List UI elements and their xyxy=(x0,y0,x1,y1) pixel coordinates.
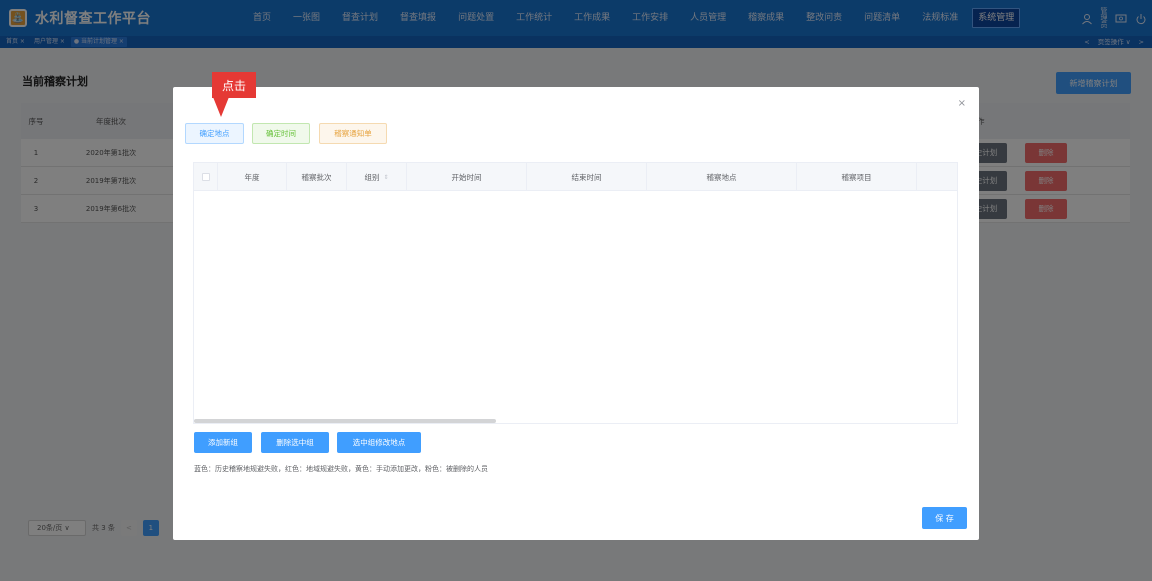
col-header-project: 稽察项目 xyxy=(797,163,917,191)
delete-selected-group-button[interactable]: 删除选中组 xyxy=(261,432,329,453)
close-icon[interactable]: × xyxy=(958,98,966,109)
add-group-button[interactable]: 添加新组 xyxy=(194,432,252,453)
group-table: 年度 稽察批次 组别 ⇕ 开始时间 结束时间 稽察地点 稽察项目 xyxy=(193,162,958,424)
col-header-year: 年度 xyxy=(218,163,287,191)
callout-arrow-icon xyxy=(213,97,229,117)
click-callout: 点击 xyxy=(212,72,256,98)
confirm-location-button[interactable]: 确定地点 xyxy=(185,123,244,144)
save-button[interactable]: 保 存 xyxy=(922,507,967,529)
col-header-batch: 稽察批次 xyxy=(287,163,347,191)
modify-location-button[interactable]: 选中组修改地点 xyxy=(337,432,421,453)
select-all-checkbox[interactable] xyxy=(194,163,218,191)
col-header-end-time: 结束时间 xyxy=(527,163,647,191)
col-header-group[interactable]: 组别 ⇕ xyxy=(347,163,407,191)
group-table-header: 年度 稽察批次 组别 ⇕ 开始时间 结束时间 稽察地点 稽察项目 xyxy=(194,163,957,191)
checkbox-icon[interactable] xyxy=(201,173,210,181)
horizontal-scrollbar[interactable] xyxy=(194,419,496,423)
plan-dialog: × 确定地点 确定时间 稽察通知单 年度 稽察批次 组别 ⇕ 开始时间 结束时间 … xyxy=(173,87,979,540)
sort-icon[interactable]: ⇕ xyxy=(383,174,388,181)
color-legend: 蓝色：历史稽察地规避失败，红色：地域规避失败，黄色：手动添加更改，粉色：被删除的… xyxy=(194,465,488,473)
inspection-notice-button[interactable]: 稽察通知单 xyxy=(319,123,387,144)
col-header-group-label: 组别 xyxy=(364,172,380,182)
col-header-location: 稽察地点 xyxy=(647,163,797,191)
confirm-time-button[interactable]: 确定时间 xyxy=(252,123,310,144)
col-header-start-time: 开始时间 xyxy=(407,163,527,191)
